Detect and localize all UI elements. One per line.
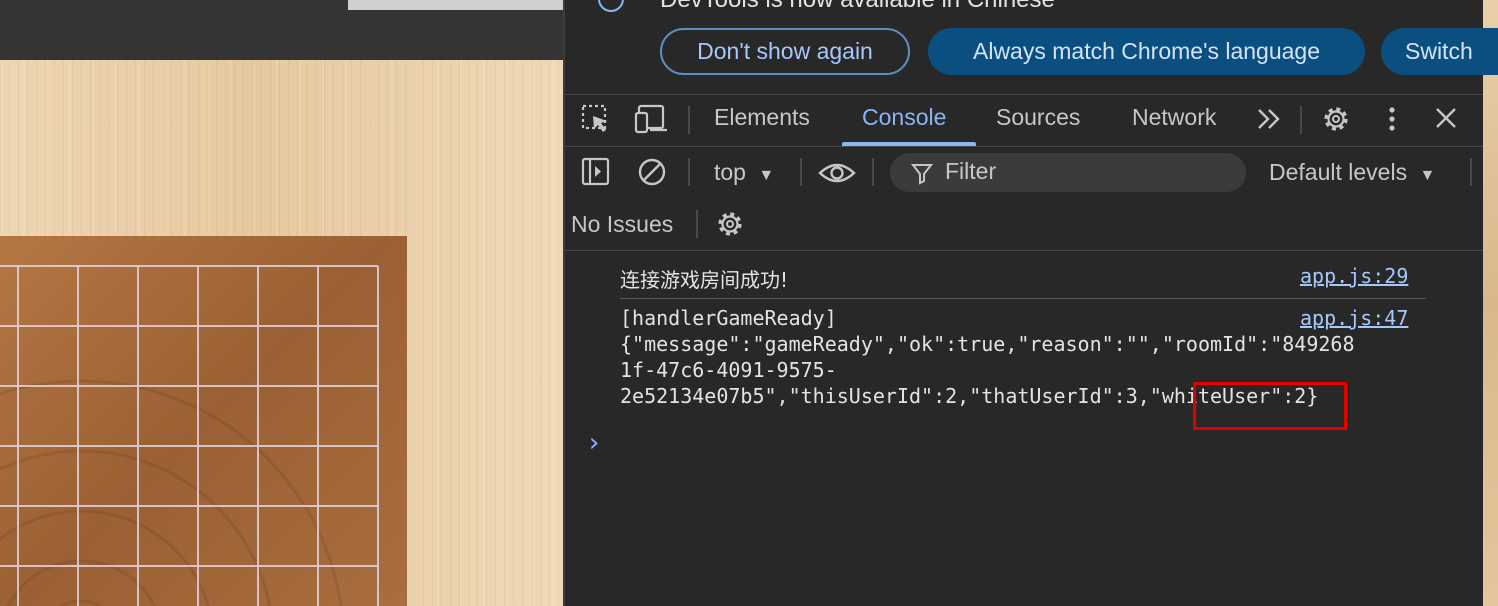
page-header-strip [0,0,563,60]
close-devtools-icon[interactable] [1432,104,1460,132]
source-link[interactable]: app.js:47 [1300,306,1408,330]
console-toolbar-separator-2 [800,158,802,186]
console-settings-gear-icon[interactable] [714,208,746,240]
page-right-edge [1483,0,1498,606]
inspect-element-icon[interactable] [580,103,612,135]
issues-separator [696,210,698,238]
live-expression-eye-icon[interactable] [818,158,856,188]
console-toolbar-divider [565,250,1483,251]
context-selector[interactable]: top ▼ [714,159,774,186]
log-levels-label: Default levels [1269,159,1408,185]
banner-divider [565,94,1483,95]
console-entry-divider [620,298,1426,299]
devtools-panel [563,0,1485,606]
filter-input[interactable] [890,153,1246,192]
toolbar-separator-2 [1300,106,1302,134]
game-page [0,0,563,606]
sidebar-toggle-icon[interactable] [580,156,612,188]
console-toolbar-separator [688,158,690,186]
chevron-down-icon: ▼ [758,167,775,184]
console-message-line: 1f-47c6-4091-9575- [620,358,837,382]
console-message-text: 连接游戏房间成功! [620,268,789,292]
tab-sources[interactable]: Sources [996,104,1080,131]
filter-funnel-icon [910,164,934,185]
source-link[interactable]: app.js:29 [1300,264,1408,288]
context-selector-label: top [714,159,746,185]
console-toolbar-separator-3 [872,158,874,186]
tab-elements[interactable]: Elements [714,104,810,131]
filter-placeholder: Filter [945,158,997,184]
tabbar-divider [565,146,1483,147]
more-tabs-icon[interactable] [1256,106,1284,132]
console-message-line: [handlerGameReady] [620,306,837,330]
go-board[interactable] [0,236,407,606]
clear-console-icon[interactable] [636,156,668,188]
issues-count[interactable]: No Issues [571,211,673,238]
switch-language-button[interactable]: Switch [1381,28,1498,75]
console-prompt-chevron-icon[interactable]: › [586,428,602,458]
language-banner-message: DevTools is now available in Chinese [660,0,1055,14]
tab-console[interactable]: Console [862,104,946,131]
console-message-line: {"message":"gameReady","ok":true,"reason… [620,332,1355,356]
settings-gear-icon[interactable] [1320,103,1352,135]
console-toolbar-separator-4 [1470,158,1472,186]
dont-show-again-button[interactable]: Don't show again [660,28,910,75]
always-match-language-button[interactable]: Always match Chrome's language [928,28,1365,75]
header-tab-fragment [348,0,563,10]
whiteuser-highlight-annotation [1193,382,1347,430]
toolbar-separator [688,106,690,134]
log-levels-dropdown[interactable]: Default levels ▼ [1269,159,1435,186]
tab-network[interactable]: Network [1132,104,1216,131]
more-options-icon[interactable] [1380,103,1404,135]
device-toolbar-icon[interactable] [634,103,670,135]
board-grid [0,265,379,606]
chevron-down-icon: ▼ [1419,167,1436,184]
